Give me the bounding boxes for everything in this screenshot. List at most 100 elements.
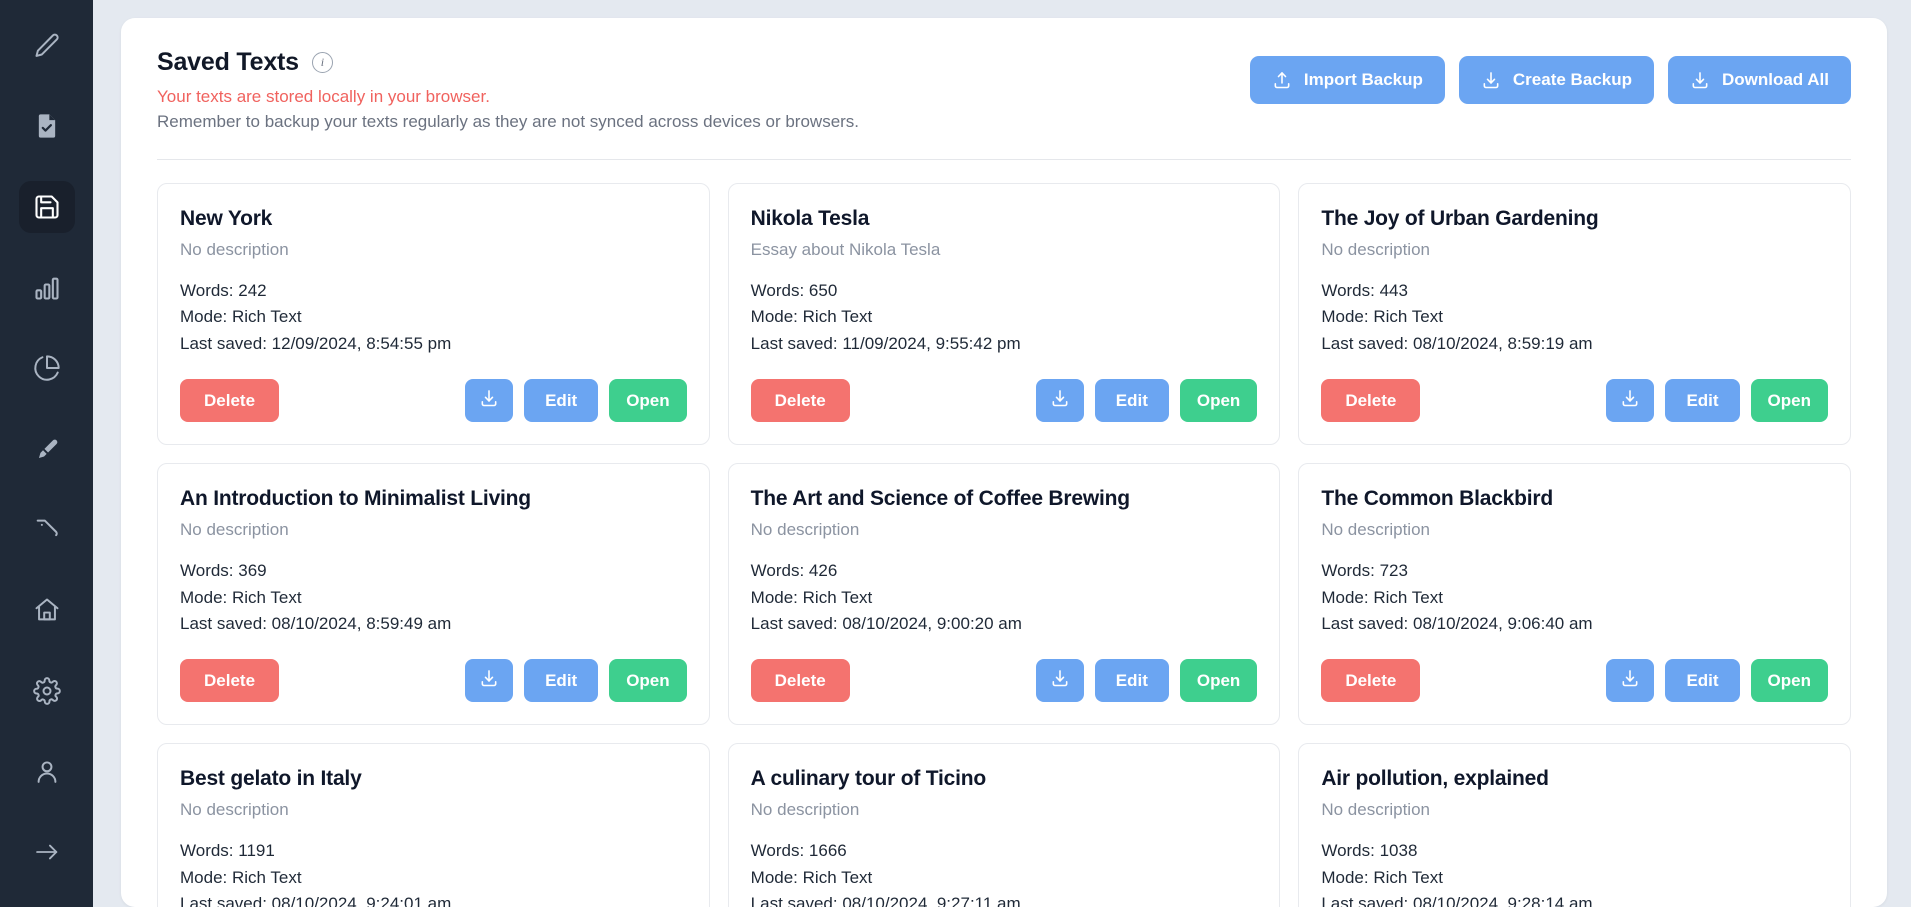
card-last-saved: Last saved: 08/10/2024, 9:27:11 am (751, 891, 1258, 907)
open-button[interactable]: Open (1180, 659, 1257, 702)
card-mode: Mode: Rich Text (180, 585, 687, 611)
sidebar-item-arrow-right[interactable] (19, 826, 75, 878)
main-content-area: Saved Texts i Your texts are stored loca… (93, 0, 1911, 907)
header-row: Saved Texts i Your texts are stored loca… (157, 48, 1851, 132)
mode-value: Rich Text (1373, 588, 1443, 607)
sidebar-item-pencil[interactable] (19, 20, 75, 72)
page-title: Saved Texts (157, 48, 299, 77)
edit-button[interactable]: Edit (1095, 379, 1169, 422)
card-mode: Mode: Rich Text (1321, 865, 1828, 891)
mode-value: Rich Text (803, 307, 873, 326)
saved-text-card: The Art and Science of Coffee BrewingNo … (728, 463, 1281, 725)
saved-texts-panel: Saved Texts i Your texts are stored loca… (121, 18, 1887, 907)
download-icon (479, 668, 499, 693)
sidebar-item-tag[interactable] (19, 504, 75, 556)
card-title: A culinary tour of Ticino (751, 767, 1258, 791)
saved-text-card: Nikola TeslaEssay about Nikola TeslaWord… (728, 183, 1281, 445)
mode-value: Rich Text (1373, 307, 1443, 326)
download-all-button[interactable]: Download All (1668, 56, 1851, 104)
backup-reminder-text: Remember to backup your texts regularly … (157, 112, 859, 132)
sidebar-item-highlighter[interactable] (19, 423, 75, 475)
delete-button[interactable]: Delete (751, 379, 850, 422)
card-description: Essay about Nikola Tesla (751, 240, 1258, 260)
card-meta: Words: 1038Mode: Rich TextLast saved: 08… (1321, 838, 1828, 907)
saved-text-card: Air pollution, explainedNo descriptionWo… (1298, 743, 1851, 907)
card-description: No description (1321, 520, 1828, 540)
words-label: Words: (180, 841, 238, 860)
saved-value: 08/10/2024, 9:27:11 am (842, 894, 1020, 907)
download-button[interactable] (1606, 379, 1654, 422)
open-button[interactable]: Open (1751, 379, 1828, 422)
mode-label: Mode: (751, 588, 803, 607)
user-icon (33, 758, 61, 786)
edit-button[interactable]: Edit (524, 379, 598, 422)
import-backup-button[interactable]: Import Backup (1250, 56, 1445, 104)
saved-label: Last saved: (1321, 894, 1413, 907)
delete-button[interactable]: Delete (1321, 379, 1420, 422)
edit-button[interactable]: Edit (1665, 659, 1739, 702)
download-icon (1481, 70, 1501, 90)
sidebar-item-home[interactable] (19, 584, 75, 636)
card-actions: Delete Edit Open (1321, 637, 1828, 702)
delete-button[interactable]: Delete (751, 659, 850, 702)
delete-button[interactable]: Delete (1321, 659, 1420, 702)
card-description: No description (180, 240, 687, 260)
create-backup-button[interactable]: Create Backup (1459, 56, 1654, 104)
open-button[interactable]: Open (609, 379, 686, 422)
mode-label: Mode: (751, 868, 803, 887)
app-root: Saved Texts i Your texts are stored loca… (0, 0, 1911, 907)
card-meta: Words: 426Mode: Rich TextLast saved: 08/… (751, 558, 1258, 637)
sidebar-item-gear[interactable] (19, 665, 75, 717)
card-description: No description (1321, 240, 1828, 260)
download-button[interactable] (1036, 379, 1084, 422)
home-icon (33, 596, 61, 624)
card-description: No description (180, 800, 687, 820)
storage-warning-text: Your texts are stored locally in your br… (157, 87, 859, 107)
saved-value: 08/10/2024, 8:59:49 am (272, 614, 452, 633)
download-button[interactable] (465, 379, 513, 422)
download-button[interactable] (1606, 659, 1654, 702)
saved-label: Last saved: (751, 614, 843, 633)
card-mode: Mode: Rich Text (180, 304, 687, 330)
card-words: Words: 1038 (1321, 838, 1828, 864)
saved-value: 12/09/2024, 8:54:55 pm (272, 334, 452, 353)
download-button[interactable] (1036, 659, 1084, 702)
info-icon[interactable]: i (312, 52, 333, 73)
words-value: 443 (1380, 281, 1408, 300)
saved-texts-grid: New YorkNo descriptionWords: 242Mode: Ri… (121, 160, 1887, 907)
edit-button[interactable]: Edit (1095, 659, 1169, 702)
card-mode: Mode: Rich Text (180, 865, 687, 891)
words-label: Words: (751, 561, 809, 580)
card-words: Words: 650 (751, 278, 1258, 304)
card-title: The Common Blackbird (1321, 487, 1828, 511)
header-text-block: Saved Texts i Your texts are stored loca… (157, 48, 859, 132)
open-button[interactable]: Open (1180, 379, 1257, 422)
mode-label: Mode: (180, 868, 232, 887)
sidebar-item-save[interactable] (19, 181, 75, 233)
words-value: 650 (809, 281, 837, 300)
sidebar-item-pie-chart[interactable] (19, 343, 75, 395)
sidebar-item-document-check[interactable] (19, 101, 75, 153)
open-button[interactable]: Open (609, 659, 686, 702)
edit-button[interactable]: Edit (524, 659, 598, 702)
words-label: Words: (1321, 561, 1379, 580)
download-icon (1050, 668, 1070, 693)
card-mode: Mode: Rich Text (1321, 304, 1828, 330)
download-button[interactable] (465, 659, 513, 702)
saved-value: 11/09/2024, 9:55:42 pm (842, 334, 1020, 353)
sidebar-item-bar-chart[interactable] (19, 262, 75, 314)
saved-value: 08/10/2024, 9:06:40 am (1413, 614, 1593, 633)
delete-button[interactable]: Delete (180, 379, 279, 422)
open-button[interactable]: Open (1751, 659, 1828, 702)
mode-label: Mode: (180, 307, 232, 326)
delete-button[interactable]: Delete (180, 659, 279, 702)
saved-label: Last saved: (1321, 334, 1413, 353)
download-icon (1050, 388, 1070, 413)
card-words: Words: 242 (180, 278, 687, 304)
card-last-saved: Last saved: 08/10/2024, 8:59:49 am (180, 611, 687, 637)
words-value: 426 (809, 561, 837, 580)
edit-button[interactable]: Edit (1665, 379, 1739, 422)
mode-value: Rich Text (803, 588, 873, 607)
sidebar-item-user[interactable] (19, 746, 75, 798)
title-line: Saved Texts i (157, 48, 859, 77)
